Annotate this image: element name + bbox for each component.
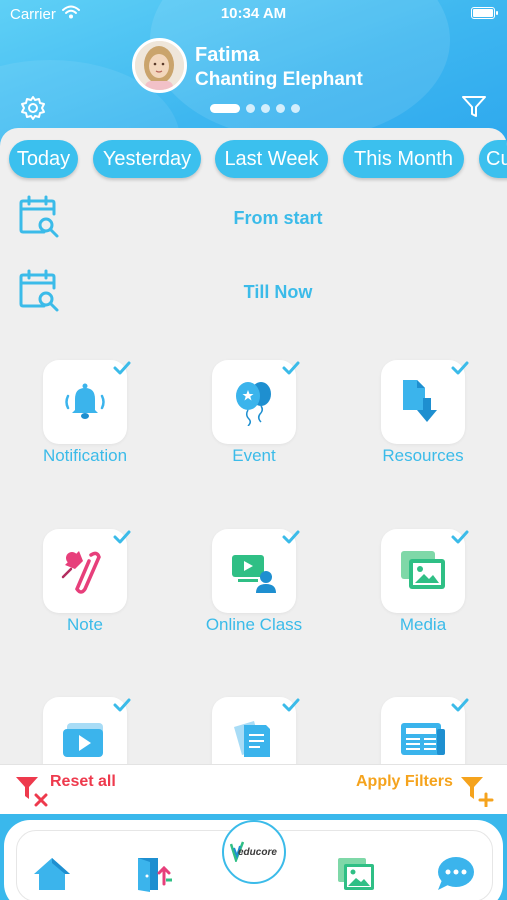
category-resources[interactable]: Resources [338,360,507,490]
pin-clip-icon [61,551,101,594]
download-file-icon [403,380,437,422]
page-dot[interactable] [246,103,255,113]
category-notification[interactable]: Notification [0,360,170,490]
checkmark-icon [282,361,300,375]
home-icon[interactable] [32,856,72,890]
page-indicator [210,103,300,113]
category-label: Resources [382,446,464,465]
educore-logo[interactable]: educore [222,820,286,884]
checkmark-icon [113,361,131,375]
category-label: Online Class [205,615,303,634]
checkmark-icon [113,698,131,712]
filter-icon[interactable] [462,96,486,118]
checkmark-icon [113,530,131,544]
apply-filters-button[interactable]: Apply Filters [356,773,453,791]
gallery-icon[interactable] [336,856,376,892]
documents-icon [234,721,270,757]
checkmark-icon [282,698,300,712]
category-note[interactable]: Note [0,529,170,659]
category-online-class[interactable]: Online Class [169,529,339,659]
gear-icon[interactable] [20,95,46,121]
category-label: Note [67,615,103,634]
status-bar: Carrier 10:34 AM [0,0,507,28]
video-teacher-icon [232,555,276,593]
chat-icon[interactable] [436,856,476,892]
checkmark-icon [282,530,300,544]
category-event[interactable]: Event [169,360,339,490]
from-date-row[interactable]: From start [0,194,507,244]
newspaper-icon [401,723,445,755]
page-dot[interactable] [276,103,285,113]
from-date-label: From start [233,208,323,228]
student-class: Chanting Elephant [195,69,363,90]
door-icon[interactable] [134,856,174,892]
category-label: Notification [42,446,128,465]
bell-icon [65,383,105,419]
video-icon [63,723,103,757]
chip-custom[interactable]: Cu [479,140,507,178]
status-time: 10:34 AM [220,5,287,22]
filter-panel: Today Yesterday Last Week This Month Cu … [0,128,507,814]
chip-today[interactable]: Today [9,140,78,178]
to-date-row[interactable]: Till Now [0,268,507,318]
category-label: Event [232,446,276,465]
checkmark-icon [451,698,469,712]
calendar-search-icon [19,269,59,312]
filter-action-bar: Reset all Apply Filters [0,764,507,814]
gallery-icon [401,551,445,589]
category-label: Media [399,615,447,634]
add-filter-icon[interactable] [460,775,494,807]
battery-icon [471,7,498,19]
educore-logo-text: educore [238,847,277,858]
reset-all-button[interactable]: Reset all [50,773,116,791]
page-dot-active[interactable] [210,103,240,113]
student-name: Fatima [195,44,260,66]
page-dot[interactable] [291,103,300,113]
category-media[interactable]: Media [338,529,507,659]
balloons-icon [236,382,271,426]
chip-this-month[interactable]: This Month [343,140,464,178]
chip-last-week[interactable]: Last Week [215,140,328,178]
page-dot[interactable] [261,103,270,113]
avatar[interactable] [132,38,187,93]
to-date-label: Till Now [243,282,313,302]
checkmark-icon [451,361,469,375]
clear-filter-icon[interactable] [15,775,49,807]
checkmark-icon [451,530,469,544]
chip-yesterday[interactable]: Yesterday [93,140,201,178]
calendar-search-icon [19,195,59,238]
